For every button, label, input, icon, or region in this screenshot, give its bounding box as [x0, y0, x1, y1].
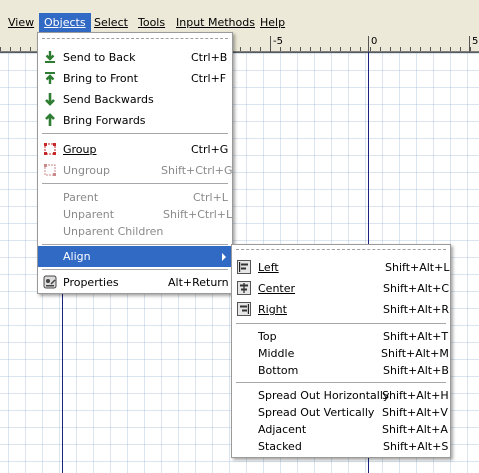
menu-item-align[interactable]: Align	[38, 246, 232, 267]
menu-item-unparent-children: Unparent Children	[38, 221, 232, 242]
menu-separator	[42, 269, 228, 270]
menu-objects[interactable]: Objects	[39, 13, 91, 32]
menu-item-label: Left	[258, 261, 279, 274]
properties-icon	[43, 275, 57, 289]
menu-item-label: Group	[63, 143, 97, 156]
menu-separator	[42, 133, 228, 134]
align-item-center[interactable]: Center Shift+Alt+C	[232, 278, 450, 299]
menu-item-accel: Shift+Alt+B	[383, 364, 449, 377]
menu-item-accel: Shift+Ctrl+G	[161, 164, 233, 177]
align-item-stacked[interactable]: Stacked Shift+Alt+S	[232, 436, 450, 457]
align-item-right[interactable]: Right Shift+Alt+R	[232, 299, 450, 320]
menu-item-label: Stacked	[258, 440, 302, 453]
menu-separator	[236, 382, 446, 383]
ruler-label: 5	[469, 36, 478, 52]
menu-tools[interactable]: Tools	[133, 13, 170, 32]
group-icon	[44, 143, 56, 155]
menu-help[interactable]: Help	[255, 13, 290, 32]
menu-item-label: Align	[63, 250, 91, 263]
align-item-bottom[interactable]: Bottom Shift+Alt+B	[232, 360, 450, 381]
align-center-icon	[237, 281, 251, 295]
align-item-left[interactable]: Left Shift+Alt+L	[232, 257, 450, 278]
menu-item-send-backwards[interactable]: Send Backwards	[38, 89, 232, 110]
menu-item-accel: Shift+Alt+L	[385, 261, 450, 274]
bring-forwards-icon	[45, 113, 55, 126]
menu-item-label: Center	[258, 282, 296, 295]
menu-item-label: Bring Forwards	[63, 114, 146, 127]
menu-item-label: Right	[258, 303, 287, 316]
menu-item-label: Bottom	[258, 364, 299, 377]
align-submenu: Left Shift+Alt+L Center Shift+Alt+C Righ…	[231, 244, 451, 458]
menu-item-accel: Ctrl+B	[191, 51, 228, 64]
menu-select[interactable]: Select	[89, 13, 133, 32]
objects-menu: Send to Back Ctrl+B Bring to Front Ctrl+…	[37, 32, 233, 294]
menu-item-accel: Alt+Return	[168, 276, 229, 289]
ruler-label: -5	[270, 36, 283, 52]
ungroup-icon	[44, 164, 56, 176]
menu-item-accel: Ctrl+F	[191, 72, 227, 85]
menu-item-send-to-back[interactable]: Send to Back Ctrl+B	[38, 47, 232, 68]
bring-to-front-icon	[45, 72, 55, 84]
menu-item-properties[interactable]: Properties Alt+Return	[38, 272, 232, 293]
align-left-icon	[237, 260, 251, 274]
menu-item-label: Unparent Children	[63, 225, 164, 238]
menu-item-label: Send Backwards	[63, 93, 154, 106]
menu-item-accel: Shift+Alt+C	[383, 282, 450, 295]
send-backwards-icon	[45, 93, 55, 106]
menu-item-label: Bring to Front	[63, 72, 138, 85]
ruler-label: 0	[368, 36, 377, 52]
menu-item-accel: Ctrl+G	[191, 143, 229, 156]
menu-item-accel: Shift+Alt+R	[383, 303, 449, 316]
menu-item-ungroup: Ungroup Shift+Ctrl+G	[38, 160, 233, 181]
menu-item-accel: Shift+Alt+S	[383, 440, 449, 453]
menu-tearoff[interactable]	[236, 249, 446, 250]
menu-item-label: Send to Back	[63, 51, 136, 64]
menu-item-label: Ungroup	[63, 164, 110, 177]
menu-separator	[42, 183, 228, 184]
menu-tearoff[interactable]	[42, 38, 228, 39]
menu-item-bring-to-front[interactable]: Bring to Front Ctrl+F	[38, 68, 232, 89]
menu-view[interactable]: View	[3, 13, 39, 32]
menu-input-methods[interactable]: Input Methods	[171, 13, 260, 32]
send-to-back-icon	[45, 51, 55, 63]
menu-separator	[42, 244, 228, 245]
menubar: View Objects Select Tools Input Methods …	[0, 0, 479, 32]
menu-item-label: Properties	[63, 276, 119, 289]
align-right-icon	[237, 302, 251, 316]
menu-item-bring-forwards[interactable]: Bring Forwards	[38, 110, 232, 131]
menu-separator	[236, 323, 446, 324]
menu-item-group[interactable]: Group Ctrl+G	[38, 139, 232, 160]
submenu-arrow-icon	[222, 253, 226, 261]
